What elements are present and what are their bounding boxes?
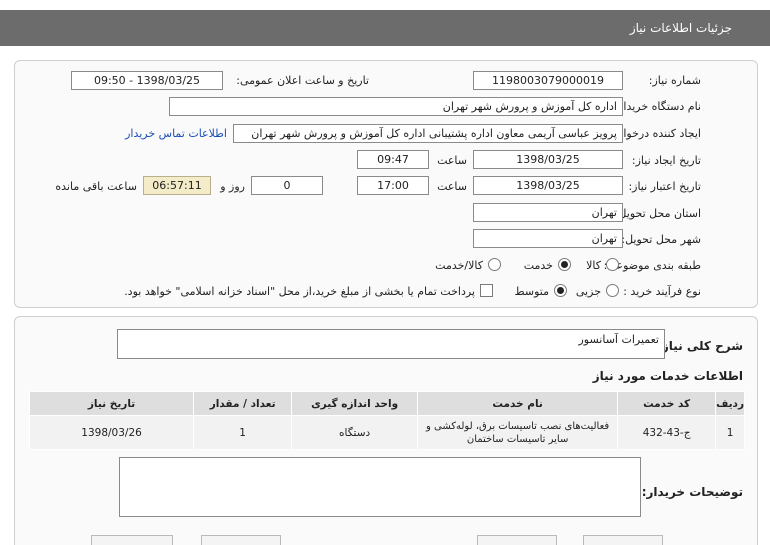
remaining-time-label: ساعت باقی مانده — [55, 180, 137, 193]
page-title-bar: جزئیات اطلاعات نیاز — [0, 10, 770, 46]
creation-time-label: ساعت — [437, 154, 467, 167]
category-goods-label: کالا — [586, 259, 601, 272]
category-goods-radio[interactable] — [606, 258, 619, 271]
cell-service-name: فعالیت‌های نصب تاسیسات برق، لوله‌کشی و س… — [417, 415, 619, 450]
col-row-number: ردیف — [715, 391, 745, 416]
creation-time-field[interactable]: 09:47 — [357, 150, 429, 169]
col-quantity: تعداد / مقدار — [193, 391, 293, 416]
validity-date-field[interactable]: 1398/03/25 — [473, 176, 623, 195]
buyer-name-label: نام دستگاه خریدار: — [614, 100, 701, 113]
col-unit: واحد اندازه گیری — [291, 391, 419, 416]
need-description-panel: شرح کلی نیاز: تعمیرات آسانسور اطلاعات خد… — [14, 316, 758, 545]
process-minor-label: جزیی — [575, 285, 601, 298]
remaining-days-field[interactable]: 0 — [251, 176, 323, 195]
category-goods-service-label: کالا/خدمت — [435, 259, 483, 272]
buyer-name-field[interactable]: اداره کل آموزش و پرورش شهر تهران — [169, 97, 623, 116]
buyer-contact-link[interactable]: اطلاعات تماس خریدار — [125, 127, 227, 140]
buyer-notes-field[interactable] — [119, 457, 641, 517]
treasury-payment-checkbox[interactable] — [480, 284, 493, 297]
action-button-2[interactable] — [477, 535, 557, 545]
cell-row-number: 1 — [715, 415, 745, 450]
cell-service-code: ج-43-432 — [617, 415, 717, 450]
category-service-label: خدمت — [523, 259, 553, 272]
announce-date-label: تاریخ و ساعت اعلان عمومی: — [236, 74, 369, 87]
col-service-code: کد خدمت — [617, 391, 717, 416]
process-medium-radio[interactable] — [554, 284, 567, 297]
province-field[interactable]: تهران — [473, 203, 623, 222]
table-row: 1 ج-43-432 فعالیت‌های نصب تاسیسات برق، ل… — [28, 415, 745, 450]
buyer-notes-label: توضیحات خریدار: — [641, 485, 743, 499]
remaining-days-label: روز و — [220, 180, 245, 193]
services-table: ردیف کد خدمت نام خدمت واحد اندازه گیری ت… — [28, 391, 745, 450]
validity-date-label: تاریخ اعتبار نیاز: — [628, 180, 701, 193]
services-heading: اطلاعات خدمات مورد نیاز — [592, 369, 743, 383]
col-need-date: تاریخ نیاز — [28, 391, 195, 416]
category-service-radio[interactable] — [558, 258, 571, 271]
process-type-label: نوع فرآیند خرید : — [623, 285, 701, 298]
cell-need-date: 1398/03/26 — [28, 415, 195, 450]
announce-date-field[interactable]: 1398/03/25 - 09:50 — [71, 71, 223, 90]
remaining-time-field: 06:57:11 — [143, 176, 211, 195]
creation-date-field[interactable]: 1398/03/25 — [473, 150, 623, 169]
cell-quantity: 1 — [193, 415, 293, 450]
action-button-1[interactable] — [583, 535, 663, 545]
description-label: شرح کلی نیاز: — [657, 339, 743, 353]
treasury-payment-note: پرداخت تمام یا بخشی از مبلغ خرید،از محل … — [124, 285, 475, 298]
col-service-name: نام خدمت — [417, 391, 619, 416]
need-number-label: شماره نیاز: — [648, 74, 701, 87]
city-label: شهر محل تحویل: — [621, 233, 701, 246]
cell-unit: دستگاه — [291, 415, 419, 450]
page-title: جزئیات اطلاعات نیاز — [629, 21, 732, 35]
action-button-4[interactable] — [91, 535, 173, 545]
description-field[interactable]: تعمیرات آسانسور — [117, 329, 665, 359]
creation-date-label: تاریخ ایجاد نیاز: — [631, 154, 701, 167]
need-details-panel: شماره نیاز: 1198003079000019 تاریخ و ساع… — [14, 60, 758, 308]
city-field[interactable]: تهران — [473, 229, 623, 248]
validity-time-field[interactable]: 17:00 — [357, 176, 429, 195]
validity-time-label: ساعت — [437, 180, 467, 193]
action-button-3[interactable] — [201, 535, 281, 545]
process-medium-label: متوسط — [514, 285, 549, 298]
province-label: استان محل تحویل: — [614, 207, 701, 220]
requester-field[interactable]: پرویز عباسی آریمی معاون اداره پشتیبانی ا… — [233, 124, 623, 143]
process-minor-radio[interactable] — [606, 284, 619, 297]
category-goods-service-radio[interactable] — [488, 258, 501, 271]
need-number-field[interactable]: 1198003079000019 — [473, 71, 623, 90]
